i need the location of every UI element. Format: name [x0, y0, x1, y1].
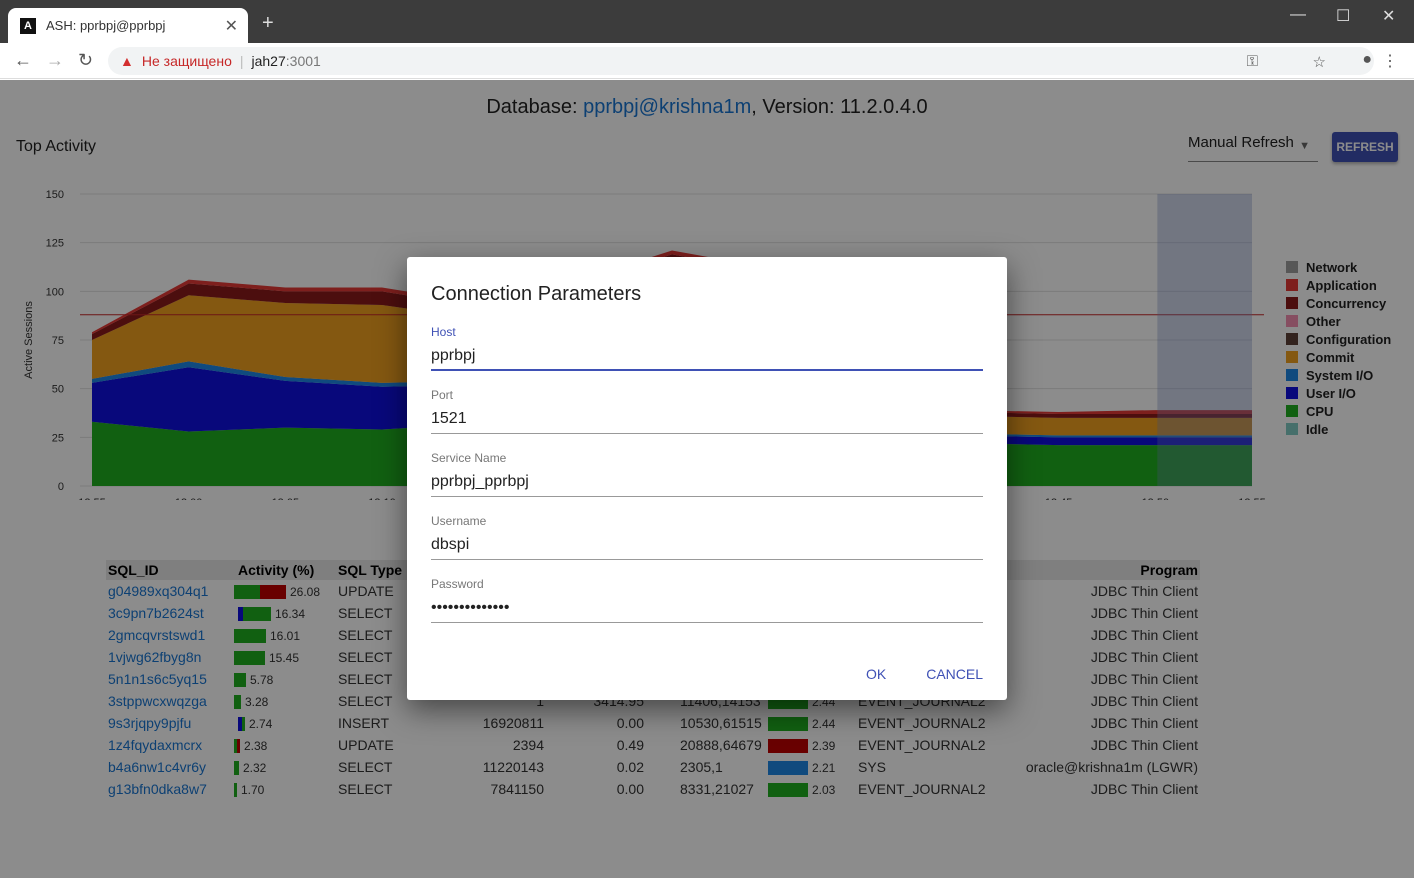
minimize-icon[interactable]: — — [1290, 6, 1306, 24]
insecure-label[interactable]: Не защищено — [142, 53, 232, 69]
profile-icon[interactable]: ● — [1362, 51, 1372, 69]
service-name-label: Service Name — [431, 451, 507, 465]
key-icon[interactable]: ⚿ — [1247, 53, 1258, 70]
port-input[interactable]: 1521 — [431, 404, 983, 434]
password-label: Password — [431, 577, 484, 591]
maximize-icon[interactable]: ☐ — [1336, 6, 1350, 26]
host-label: Host — [431, 325, 456, 339]
browser-toolbar: ← → ↻ ▲ Не защищено | jah27:3001 ⚿ ☆ ● ⋮ — [0, 43, 1414, 79]
cancel-button[interactable]: CANCEL — [926, 666, 983, 682]
bookmark-star-icon[interactable]: ☆ — [1313, 53, 1326, 71]
reload-icon[interactable]: ↻ — [78, 50, 93, 71]
password-input[interactable]: •••••••••••••• — [431, 593, 983, 623]
warning-icon[interactable]: ▲ — [120, 53, 134, 69]
service-name-input[interactable]: pprbpj_pprbpj — [431, 467, 983, 497]
host-field[interactable]: Host pprbpj — [431, 325, 983, 371]
port-label: Port — [431, 388, 454, 402]
address-bar[interactable]: ▲ Не защищено | jah27:3001 ⚿ ☆ — [108, 47, 1374, 75]
username-input[interactable]: dbspi — [431, 530, 983, 560]
dialog-title: Connection Parameters — [431, 283, 642, 305]
port-field[interactable]: Port 1521 — [431, 388, 983, 434]
host-input[interactable]: pprbpj — [431, 341, 983, 371]
forward-icon[interactable]: → — [46, 50, 64, 71]
menu-icon[interactable]: ⋮ — [1382, 51, 1398, 71]
connection-dialog: Connection Parameters Host pprbpj Port 1… — [407, 257, 1007, 700]
close-window-icon[interactable]: ✕ — [1382, 6, 1395, 26]
new-tab-icon[interactable]: + — [262, 12, 274, 35]
service-name-field[interactable]: Service Name pprbpj_pprbpj — [431, 451, 983, 497]
app-favicon-icon: A — [20, 17, 36, 34]
browser-tab[interactable]: A ASH: pprbpj@pprbpj ✕ — [8, 8, 248, 43]
browser-titlebar: A ASH: pprbpj@pprbpj ✕ + — ☐ ✕ — [0, 0, 1414, 43]
tab-title: ASH: pprbpj@pprbpj — [46, 18, 166, 33]
close-tab-icon[interactable]: ✕ — [225, 16, 238, 36]
ok-button[interactable]: OK — [866, 666, 886, 682]
url-port: :3001 — [285, 53, 321, 69]
username-label: Username — [431, 514, 487, 528]
username-field[interactable]: Username dbspi — [431, 514, 983, 560]
back-icon[interactable]: ← — [14, 50, 32, 71]
url-host: jah27 — [251, 53, 286, 69]
password-field[interactable]: Password •••••••••••••• — [431, 577, 983, 623]
